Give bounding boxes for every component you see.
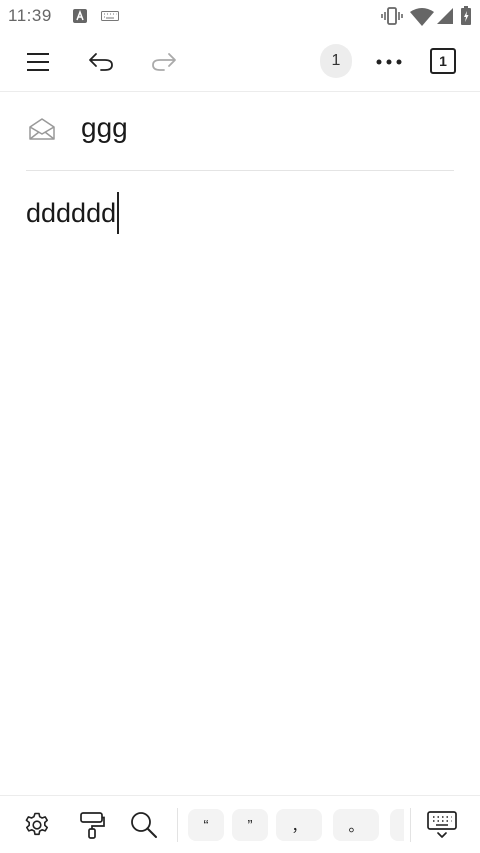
hide-keyboard-button[interactable] (427, 810, 457, 840)
redo-icon (152, 53, 176, 71)
undo-icon (89, 53, 113, 71)
divider (410, 808, 411, 842)
note-count-badge[interactable]: 1 (320, 44, 352, 78)
search-icon (131, 812, 157, 838)
punctuation-period-key[interactable]: 。 (333, 809, 379, 841)
settings-icon (25, 812, 48, 836)
format-button[interactable] (77, 810, 107, 840)
subject-row[interactable]: ggg (26, 92, 454, 171)
punctuation-more-key[interactable] (390, 809, 404, 841)
battery-icon (461, 6, 471, 25)
page-count-button[interactable]: 1 (430, 48, 456, 74)
punctuation-open-quote-key[interactable]: “ (188, 809, 224, 841)
vibrate-icon (381, 7, 403, 25)
bottom-toolbar: “ ” ， 。 (0, 795, 480, 853)
menu-button[interactable] (18, 42, 58, 82)
body-text[interactable]: dddddd (26, 198, 116, 229)
signal-icon (437, 8, 453, 24)
undo-button[interactable] (81, 42, 121, 82)
screen: 11:39 1 1 ggg dddddd “ ” ， 。 (0, 0, 480, 853)
punctuation-comma-key[interactable]: ， (276, 809, 322, 841)
body-editor[interactable]: dddddd (26, 192, 120, 234)
format-paint-icon (80, 812, 105, 839)
redo-button[interactable] (144, 42, 184, 82)
keyboard-hide-icon (427, 811, 457, 838)
text-cursor (117, 192, 120, 234)
status-bar: 11:39 (0, 0, 480, 33)
status-time: 11:39 (8, 6, 52, 25)
more-icon (376, 59, 402, 65)
punctuation-close-quote-key[interactable]: ” (232, 809, 268, 841)
divider (177, 808, 178, 842)
more-button[interactable] (369, 42, 409, 82)
settings-button[interactable] (22, 810, 52, 840)
app-notification-icon (73, 9, 87, 23)
menu-icon (27, 53, 49, 71)
toolbar: 1 1 (0, 33, 480, 92)
subject-text[interactable]: ggg (81, 112, 128, 144)
envelope-icon (29, 118, 55, 140)
keyboard-notification-icon (101, 11, 119, 21)
search-button[interactable] (129, 810, 159, 840)
wifi-icon (410, 8, 434, 26)
